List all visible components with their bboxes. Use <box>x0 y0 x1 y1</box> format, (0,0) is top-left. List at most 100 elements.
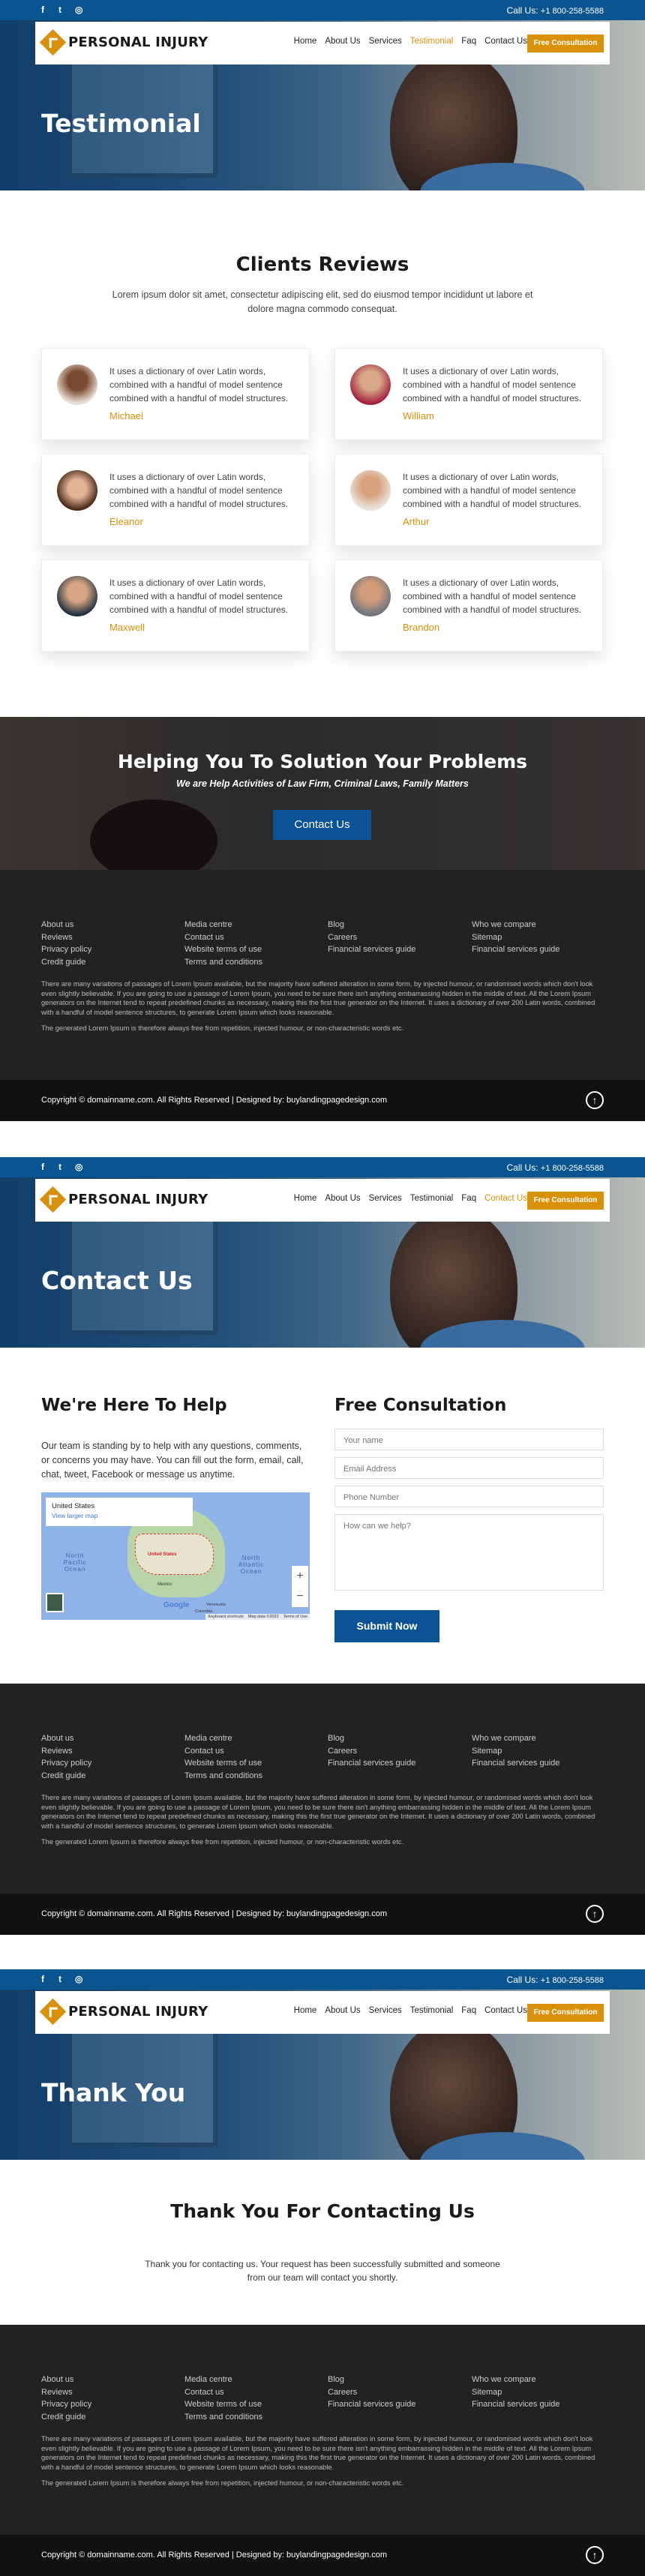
footer-link[interactable]: Privacy policy <box>41 943 92 956</box>
footer-link[interactable]: Financial services guide <box>472 2398 560 2411</box>
footer-link[interactable]: Who we compare <box>472 2374 560 2386</box>
footer-link[interactable]: Financial services guide <box>328 2398 416 2411</box>
footer-link[interactable]: Terms and conditions <box>184 2411 262 2424</box>
view-larger-map-link[interactable]: View larger map <box>52 1512 187 1519</box>
footer-link[interactable]: Website terms of use <box>184 2398 262 2411</box>
logo-text[interactable]: PERSONAL INJURY <box>68 1192 208 1207</box>
footer-link[interactable]: Sitemap <box>472 2386 560 2399</box>
footer-link[interactable]: Sitemap <box>472 1745 560 1758</box>
footer-link[interactable]: Careers <box>328 1745 416 1758</box>
footer-link[interactable]: Reviews <box>41 1745 92 1758</box>
nav-item-services[interactable]: Services <box>369 2006 402 2015</box>
nav-item-faq[interactable]: Faq <box>461 37 476 46</box>
nav-item-services[interactable]: Services <box>369 37 402 46</box>
phone-number[interactable]: +1 800-258-5588 <box>541 1164 604 1173</box>
nav-item-home[interactable]: Home <box>294 1194 317 1203</box>
logo-text[interactable]: PERSONAL INJURY <box>68 34 208 50</box>
scroll-top-arrow-up-icon[interactable]: ↑ <box>586 2546 604 2564</box>
call-us[interactable]: Call Us: +1 800-258-5588 <box>507 5 604 16</box>
instagram-icon[interactable]: ◎ <box>75 1974 82 1984</box>
logo-icon[interactable] <box>39 1998 67 2026</box>
nav-item-faq[interactable]: Faq <box>461 2006 476 2015</box>
email-input[interactable]: Email Address <box>334 1457 604 1479</box>
footer-link[interactable]: Sitemap <box>472 931 560 944</box>
footer-link[interactable]: Who we compare <box>472 1732 560 1745</box>
footer-link[interactable]: Credit guide <box>41 2411 92 2424</box>
footer-link[interactable]: Terms and conditions <box>184 956 262 969</box>
nav-item-contact-us[interactable]: Contact Us <box>484 1194 527 1203</box>
facebook-icon[interactable]: f <box>41 1162 44 1172</box>
terms-link[interactable]: Terms of Use <box>284 1615 308 1619</box>
google-map[interactable]: United States Mexico North Pacific Ocean… <box>41 1492 310 1620</box>
nav-item-testimonial[interactable]: Testimonial <box>410 2006 454 2015</box>
twitter-icon[interactable]: t <box>58 1162 62 1172</box>
footer-link[interactable]: Blog <box>328 1732 416 1745</box>
footer-link[interactable]: Financial services guide <box>472 1757 560 1770</box>
footer-link[interactable]: Financial services guide <box>472 943 560 956</box>
nav-item-about-us[interactable]: About Us <box>325 2006 360 2015</box>
twitter-icon[interactable]: t <box>58 1974 62 1984</box>
footer-link[interactable]: About us <box>41 2374 92 2386</box>
zoom-in-plus-icon[interactable]: + <box>292 1566 308 1586</box>
footer-link[interactable]: Credit guide <box>41 956 92 969</box>
footer-link[interactable]: Reviews <box>41 2386 92 2399</box>
submit-button[interactable]: Submit Now <box>334 1610 440 1642</box>
footer-link[interactable]: Terms and conditions <box>184 1770 262 1783</box>
footer-link[interactable]: Financial services guide <box>328 943 416 956</box>
phone-number[interactable]: +1 800-258-5588 <box>541 1976 604 1985</box>
footer-link[interactable]: Privacy policy <box>41 2398 92 2411</box>
phone-input[interactable]: Phone Number <box>334 1486 604 1507</box>
free-consultation-button[interactable]: Free Consultation <box>527 2004 604 2022</box>
footer-link[interactable]: Contact us <box>184 1745 262 1758</box>
nav-item-contact-us[interactable]: Contact Us <box>484 2006 527 2015</box>
logo-text[interactable]: PERSONAL INJURY <box>68 2004 208 2020</box>
footer-link[interactable]: Financial services guide <box>328 1757 416 1770</box>
scroll-top-arrow-up-icon[interactable]: ↑ <box>586 1091 604 1109</box>
message-textarea[interactable]: How can we help? <box>334 1514 604 1591</box>
nav-item-faq[interactable]: Faq <box>461 1194 476 1203</box>
footer-link[interactable]: Contact us <box>184 2386 262 2399</box>
footer-link[interactable]: Blog <box>328 2374 416 2386</box>
nav-item-about-us[interactable]: About Us <box>325 37 360 46</box>
instagram-icon[interactable]: ◎ <box>75 4 82 15</box>
nav-item-contact-us[interactable]: Contact Us <box>484 37 527 46</box>
nav-item-testimonial[interactable]: Testimonial <box>410 1194 454 1203</box>
keyboard-shortcuts-link[interactable]: Keyboard shortcuts <box>208 1615 243 1619</box>
satellite-toggle[interactable] <box>46 1593 64 1612</box>
free-consultation-button[interactable]: Free Consultation <box>527 34 604 52</box>
footer-link[interactable]: Privacy policy <box>41 1757 92 1770</box>
footer-link[interactable]: About us <box>41 919 92 931</box>
logo-icon[interactable] <box>39 28 67 56</box>
footer-link[interactable]: Credit guide <box>41 1770 92 1783</box>
footer-link[interactable]: Blog <box>328 919 416 931</box>
footer-link[interactable]: Website terms of use <box>184 943 262 956</box>
scroll-top-arrow-up-icon[interactable]: ↑ <box>586 1905 604 1923</box>
footer-link[interactable]: Media centre <box>184 919 262 931</box>
zoom-out-minus-icon[interactable]: − <box>292 1586 308 1606</box>
footer-link[interactable]: Media centre <box>184 1732 262 1745</box>
free-consultation-button[interactable]: Free Consultation <box>527 1192 604 1210</box>
call-us[interactable]: Call Us: +1 800-258-5588 <box>507 1162 604 1173</box>
call-us[interactable]: Call Us: +1 800-258-5588 <box>507 1975 604 1985</box>
logo-icon[interactable] <box>39 1186 67 1213</box>
footer-link[interactable]: Careers <box>328 2386 416 2399</box>
nav-item-about-us[interactable]: About Us <box>325 1194 360 1203</box>
footer-link[interactable]: Careers <box>328 931 416 944</box>
footer-link[interactable]: Website terms of use <box>184 1757 262 1770</box>
footer-link[interactable]: Reviews <box>41 931 92 944</box>
facebook-icon[interactable]: f <box>41 4 44 15</box>
facebook-icon[interactable]: f <box>41 1974 44 1984</box>
twitter-icon[interactable]: t <box>58 4 62 15</box>
footer-link[interactable]: Media centre <box>184 2374 262 2386</box>
footer-link[interactable]: About us <box>41 1732 92 1745</box>
nav-item-home[interactable]: Home <box>294 2006 317 2015</box>
nav-item-testimonial[interactable]: Testimonial <box>410 37 454 46</box>
nav-item-home[interactable]: Home <box>294 37 317 46</box>
instagram-icon[interactable]: ◎ <box>75 1162 82 1172</box>
nav-item-services[interactable]: Services <box>369 1194 402 1203</box>
footer-link[interactable]: Who we compare <box>472 919 560 931</box>
contact-us-button[interactable]: Contact Us <box>273 810 371 840</box>
name-input[interactable]: Your name <box>334 1429 604 1450</box>
footer-link[interactable]: Contact us <box>184 931 262 944</box>
phone-number[interactable]: +1 800-258-5588 <box>541 7 604 16</box>
